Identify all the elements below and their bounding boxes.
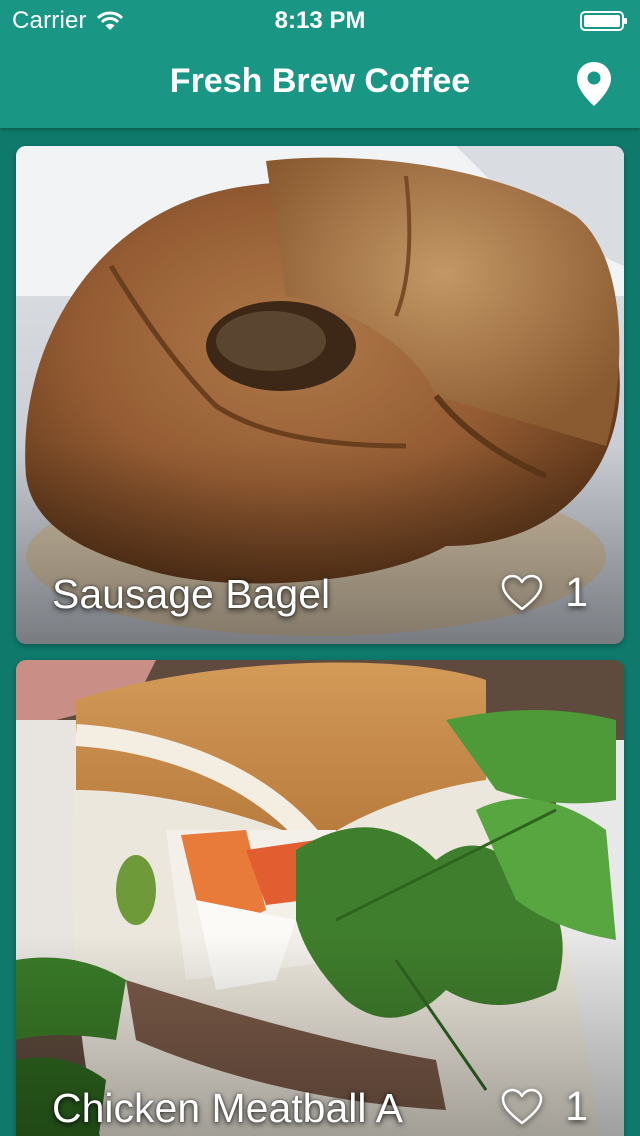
like-button[interactable]: 1 — [501, 569, 588, 616]
map-pin-icon[interactable] — [574, 60, 614, 108]
navigation-bar: Fresh Brew Coffee — [0, 40, 640, 128]
food-photo — [16, 660, 624, 1136]
feed-card[interactable]: Sausage Bagel 1 — [16, 146, 624, 644]
like-count: 1 — [565, 569, 588, 615]
card-title: Chicken Meatball A — [52, 1085, 403, 1131]
card-title: Sausage Bagel — [52, 571, 331, 617]
battery-icon — [580, 11, 627, 31]
heart-outline-icon — [501, 1088, 543, 1124]
status-bar: Carrier 8:13 PM — [0, 0, 640, 40]
heart-outline-icon — [501, 574, 543, 610]
page-title: Fresh Brew Coffee — [169, 62, 471, 100]
app-header: Carrier 8:13 PM Fresh Brew Coffee — [0, 0, 640, 128]
feed-card[interactable]: Chicken Meatball A 1 — [16, 660, 624, 1136]
food-feed[interactable]: Sausage Bagel 1 Chicken Meatball A 1 — [0, 128, 640, 1136]
like-button[interactable]: 1 — [501, 1083, 588, 1130]
like-count: 1 — [565, 1083, 588, 1129]
status-time: 8:13 PM — [274, 7, 366, 34]
